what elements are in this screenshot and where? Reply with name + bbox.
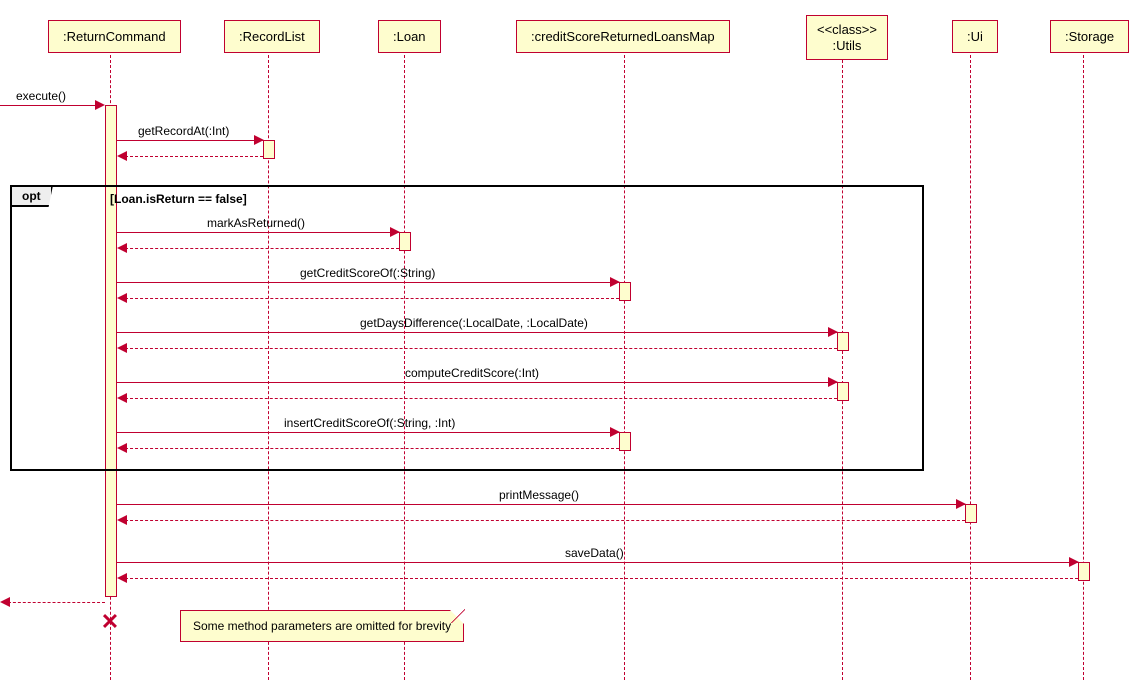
ret-insertcredit-arrow: [117, 443, 127, 453]
msg-compute-arrow: [828, 377, 838, 387]
participant-returncommand: :ReturnCommand: [48, 20, 181, 53]
ret-compute-line: [120, 398, 837, 399]
ret-save-arrow: [117, 573, 127, 583]
opt-guard: [Loan.isReturn == false]: [110, 192, 247, 206]
msg-getrecord-arrow: [254, 135, 264, 145]
msg-save-arrow: [1069, 557, 1079, 567]
participant-creditscoremap: :creditScoreReturnedLoansMap: [516, 20, 730, 53]
utils-stereotype: <<class>>: [817, 22, 877, 37]
activation-storage: [1078, 562, 1090, 581]
msg-markret: markAsReturned(): [207, 216, 305, 234]
msg-insertcredit: insertCreditScoreOf(:String, :Int): [284, 416, 455, 434]
opt-label: opt: [12, 187, 53, 207]
msg-getcredit-arrow: [610, 277, 620, 287]
ret-getrecord-arrow: [117, 151, 127, 161]
participant-utils: <<class>> :Utils: [806, 15, 888, 60]
lifeline-ui: [970, 55, 971, 680]
msg-getcredit: getCreditScoreOf(:String): [300, 266, 435, 284]
ret-getcredit-line: [120, 298, 619, 299]
participant-recordlist: :RecordList: [224, 20, 320, 53]
ret-getcredit-arrow: [117, 293, 127, 303]
participant-loan: :Loan: [378, 20, 441, 53]
msg-execute: execute(): [16, 89, 66, 107]
msg-insertcredit-arrow: [610, 427, 620, 437]
msg-print: printMessage(): [499, 488, 579, 506]
ret-print-arrow: [117, 515, 127, 525]
diagram-note: Some method parameters are omitted for b…: [180, 610, 464, 642]
msg-execute-arrow: [95, 100, 105, 110]
ret-final-arrow: [0, 597, 10, 607]
ret-getdays-line: [120, 348, 837, 349]
ret-print-line: [120, 520, 965, 521]
participant-storage: :Storage: [1050, 20, 1129, 53]
ret-getrecord-line: [120, 156, 263, 157]
lifeline-storage: [1083, 55, 1084, 680]
ret-save-line: [120, 578, 1078, 579]
msg-getrecord: getRecordAt(:Int): [138, 124, 229, 142]
ret-final-line: [3, 602, 105, 603]
ret-markret-arrow: [117, 243, 127, 253]
msg-markret-arrow: [390, 227, 400, 237]
ret-insertcredit-line: [120, 448, 619, 449]
activation-recordlist: [263, 140, 275, 159]
msg-getdays: getDaysDifference(:LocalDate, :LocalDate…: [360, 316, 588, 334]
activation-ui: [965, 504, 977, 523]
sequence-diagram: :ReturnCommand :RecordList :Loan :credit…: [0, 0, 1143, 686]
destroy-icon: ✕: [101, 609, 119, 635]
participant-ui: :Ui: [952, 20, 998, 53]
ret-getdays-arrow: [117, 343, 127, 353]
msg-getdays-arrow: [828, 327, 838, 337]
utils-name: :Utils: [833, 38, 862, 53]
msg-save: saveData(): [565, 546, 624, 564]
msg-compute: computeCreditScore(:Int): [405, 366, 539, 384]
ret-markret-line: [120, 248, 399, 249]
ret-compute-arrow: [117, 393, 127, 403]
msg-print-arrow: [956, 499, 966, 509]
